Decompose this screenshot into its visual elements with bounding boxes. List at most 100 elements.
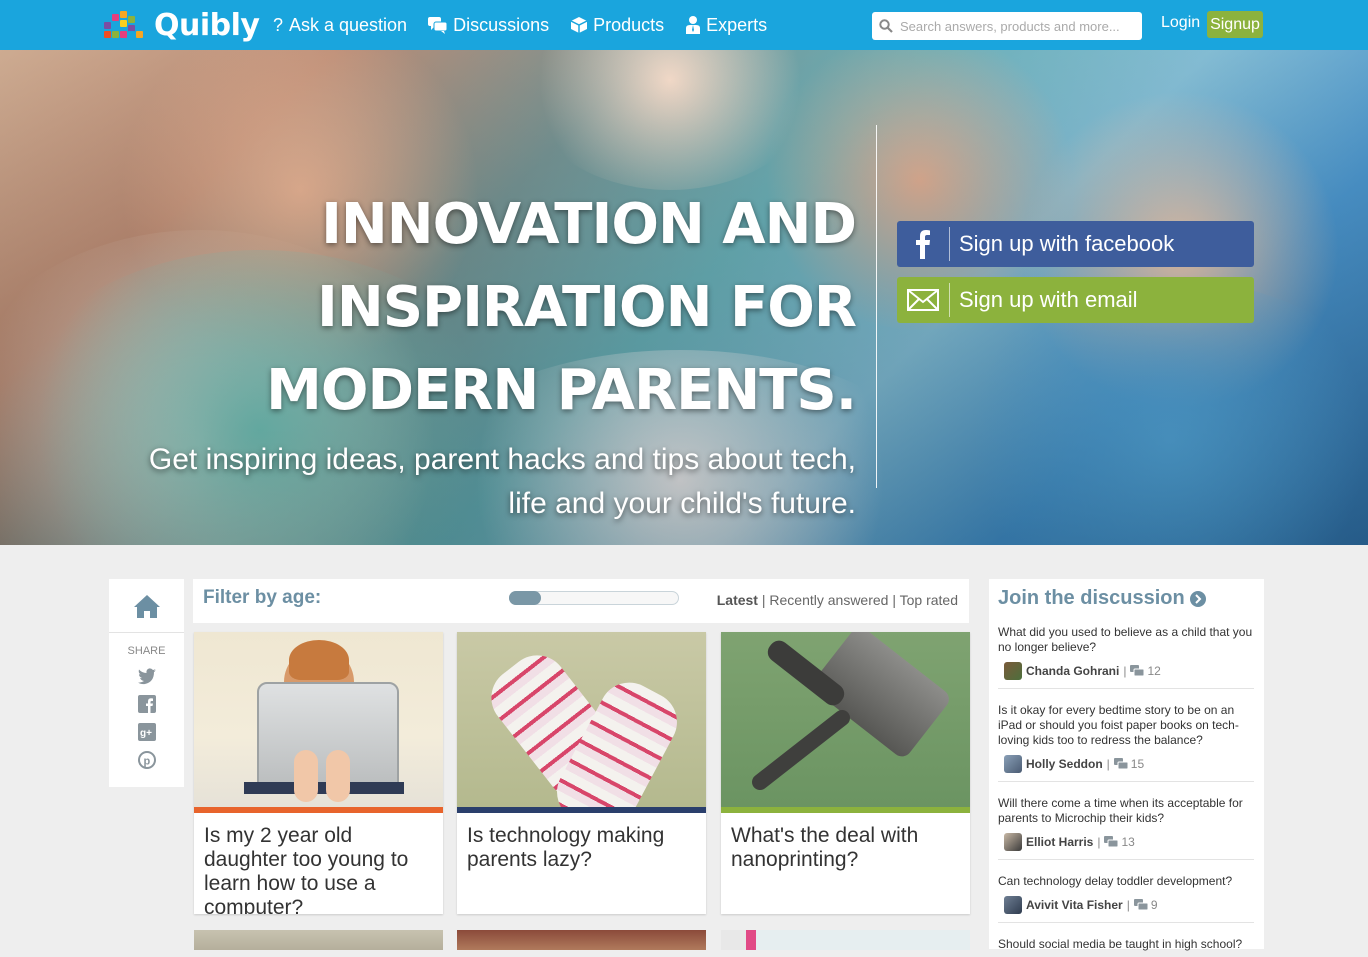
nav-products[interactable]: Products [570, 15, 664, 36]
card-title: Is my 2 year old daughter too young to l… [204, 824, 409, 914]
discussion-card[interactable] [194, 930, 443, 950]
home-button[interactable] [109, 579, 184, 633]
age-slider-handle[interactable] [509, 591, 542, 605]
hero-divider [876, 125, 877, 488]
avatar [1004, 833, 1022, 851]
nav-label: Experts [706, 14, 768, 35]
search-box[interactable] [872, 12, 1142, 40]
hero-title-line: INNOVATION AND [321, 192, 857, 257]
discussion-meta: Avivit Vita Fisher | 9 [998, 895, 1254, 915]
logo[interactable]: Quibly [104, 7, 260, 43]
discussion-user[interactable]: Holly Seddon [1026, 757, 1103, 771]
discussion-user[interactable]: Elliot Harris [1026, 835, 1093, 849]
discussion-user[interactable]: Avivit Vita Fisher [1026, 898, 1123, 912]
discussion-card[interactable] [721, 930, 970, 950]
reply-count: | 9 [1126, 898, 1158, 912]
login-link[interactable]: Login [1161, 14, 1200, 32]
discussion-item: Will there come a time when its acceptab… [998, 796, 1254, 860]
discussion-item: Is it okay for every bedtime story to be… [998, 703, 1254, 782]
box-icon [570, 17, 588, 33]
signup-email-button[interactable]: Sign up with email [897, 277, 1254, 323]
hero-subtitle-line: life and your child's future. [508, 487, 856, 520]
hero-banner: INNOVATION AND INSPIRATION FOR MODERN PA… [0, 50, 1368, 545]
speech-bubbles-icon [1130, 665, 1145, 677]
hero-title-line: INSPIRATION FOR [316, 275, 857, 340]
signup-facebook-label: Sign up with facebook [959, 231, 1175, 256]
envelope-icon [897, 277, 949, 323]
nav-ask-question[interactable]: ? Ask a question [272, 15, 407, 36]
signup-button[interactable]: Signup [1207, 11, 1263, 38]
avatar [1004, 896, 1022, 914]
logo-mark-icon [104, 11, 144, 39]
discussion-card[interactable]: Is my 2 year old daughter too young to l… [194, 632, 443, 914]
discussion-item: Can technology delay toddler development… [998, 874, 1254, 923]
sort-options: Latest | Recently answered | Top rated [717, 592, 958, 608]
filter-label: Filter by age: [203, 587, 322, 608]
join-discussion-label: Join the discussion [998, 587, 1185, 609]
discussion-question[interactable]: Can technology delay toddler development… [998, 874, 1254, 889]
sort-top-rated[interactable]: Top rated [900, 592, 958, 608]
discussion-question[interactable]: What did you used to believe as a child … [998, 625, 1254, 655]
discussion-user[interactable]: Chanda Gohrani [1026, 664, 1119, 678]
googleplus-share-button[interactable]: g+ [109, 723, 184, 741]
search-input[interactable] [900, 18, 1140, 34]
sort-recently-answered[interactable]: Recently answered [769, 592, 888, 608]
twitter-icon [137, 668, 156, 685]
svg-text:g+: g+ [140, 728, 152, 739]
signup-email-label: Sign up with email [959, 287, 1138, 312]
nav-experts[interactable]: Experts [685, 15, 767, 36]
hero-subtitle: Get inspiring ideas, parent hacks and ti… [149, 438, 856, 526]
avatar [1004, 755, 1022, 773]
discussion-card[interactable] [457, 930, 706, 950]
share-label: SHARE [127, 645, 166, 657]
twitter-share-button[interactable] [109, 667, 184, 685]
sort-separator: | [892, 592, 900, 608]
facebook-share-button[interactable] [109, 695, 184, 713]
speech-bubbles-icon [1133, 899, 1148, 911]
facebook-icon [897, 221, 949, 267]
pinterest-icon: p [137, 751, 156, 769]
arrow-right-icon [1189, 590, 1206, 607]
card-image [721, 632, 970, 807]
discussion-meta: Chanda Gohrani | 12 [998, 661, 1254, 681]
discussion-question[interactable]: Will there come a time when its acceptab… [998, 796, 1254, 826]
hero-title: INNOVATION AND INSPIRATION FOR MODERN PA… [266, 183, 857, 432]
pinterest-share-button[interactable]: p [109, 751, 184, 769]
expert-icon [686, 16, 701, 34]
left-rail: SHARE g+ p [109, 579, 184, 787]
google-plus-icon: g+ [137, 723, 156, 741]
discussion-meta: Holly Seddon | 15 [998, 754, 1254, 774]
home-icon [133, 594, 160, 618]
card-title: Is technology making parents lazy? [467, 824, 665, 871]
discussion-meta: Elliot Harris | 13 [998, 832, 1254, 852]
reply-count-value: 9 [1150, 898, 1158, 912]
speech-bubbles-icon [1113, 758, 1128, 770]
svg-text:?: ? [273, 16, 283, 34]
speech-bubbles-icon [428, 17, 448, 34]
facebook-icon [137, 695, 156, 713]
reply-count-value: 12 [1147, 664, 1161, 678]
signup-facebook-button[interactable]: Sign up with facebook [897, 221, 1254, 267]
discussion-sidebar: Join the discussion What did you used to… [989, 579, 1264, 951]
discussion-item: Should social media be taught in high sc… [998, 937, 1254, 957]
nav-label: Ask a question [289, 14, 408, 35]
reply-count-value: 15 [1130, 757, 1145, 771]
sort-latest[interactable]: Latest [717, 592, 758, 608]
card-title: What's the deal with nanoprinting? [731, 824, 919, 871]
hero-subtitle-line: Get inspiring ideas, parent hacks and ti… [148, 443, 856, 476]
card-image [194, 632, 443, 807]
nav-discussions[interactable]: Discussions [428, 15, 549, 36]
reply-count: | 13 [1097, 835, 1135, 849]
age-slider[interactable] [509, 591, 679, 605]
card-image [457, 632, 706, 807]
speech-bubbles-icon [1104, 836, 1119, 848]
logo-text: Quibly [154, 7, 260, 43]
discussion-question[interactable]: Is it okay for every bedtime story to be… [998, 703, 1254, 748]
hero-title-line: MODERN PARENTS. [266, 358, 857, 423]
button-separator [949, 227, 950, 261]
reply-count: | 15 [1106, 757, 1145, 771]
avatar [1004, 662, 1022, 680]
discussion-card[interactable]: Is technology making parents lazy? [457, 632, 706, 914]
discussion-card[interactable]: What's the deal with nanoprinting? [721, 632, 970, 914]
join-discussion-heading[interactable]: Join the discussion [998, 587, 1206, 610]
